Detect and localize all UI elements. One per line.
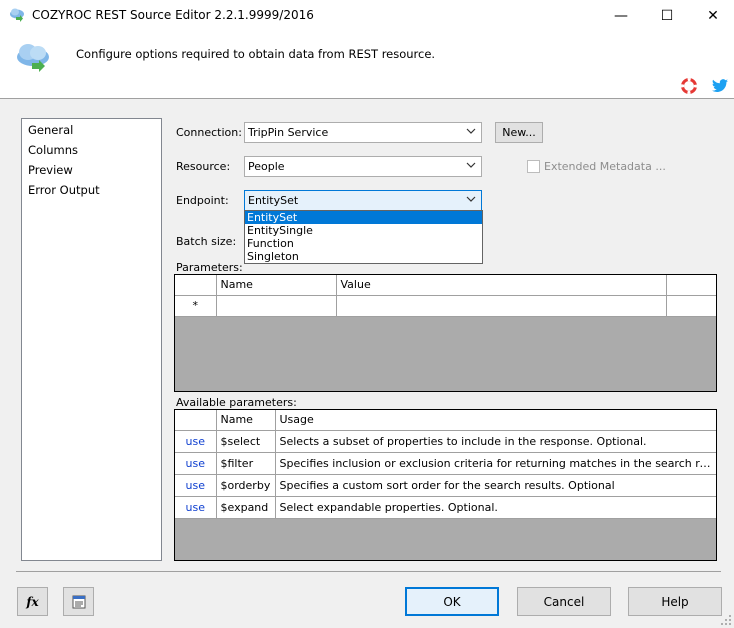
available-parameters-caption: Available parameters: (176, 396, 297, 409)
nav-item-preview[interactable]: Preview (28, 163, 73, 177)
maximize-icon: ☐ (660, 7, 674, 24)
use-link[interactable]: use (175, 452, 217, 475)
ok-button[interactable]: OK (405, 587, 499, 616)
available-parameters-table: Name Usage use $select Selects a subset … (175, 410, 716, 519)
endpoint-option-function[interactable]: Function (245, 237, 482, 250)
table-row: use $select Selects a subset of properti… (175, 430, 716, 453)
param-name: $expand (216, 496, 276, 519)
batch-size-label: Batch size: (176, 235, 237, 248)
lifebuoy-icon[interactable] (681, 78, 697, 94)
close-button[interactable]: ✕ (690, 0, 734, 31)
minimize-button[interactable]: — (598, 0, 644, 31)
help-button[interactable]: Help (628, 587, 722, 616)
column-header-name[interactable]: Name (216, 275, 337, 296)
use-link[interactable]: use (175, 496, 217, 519)
nav-item-general[interactable]: General (28, 123, 73, 137)
use-link[interactable]: use (175, 430, 217, 453)
title-bar: COZYROC REST Source Editor 2.2.1.9999/20… (0, 0, 734, 31)
chevron-down-icon (466, 128, 476, 134)
resize-grip-icon[interactable] (720, 614, 732, 626)
column-header-extra (666, 275, 716, 296)
nav-item-error-output[interactable]: Error Output (28, 183, 100, 197)
expression-button[interactable]: fx (17, 587, 48, 616)
document-icon (72, 595, 85, 608)
param-name: $select (216, 430, 276, 453)
connection-label: Connection: (176, 126, 242, 139)
resource-label: Resource: (176, 160, 231, 173)
parameters-caption: Parameters: (176, 261, 243, 274)
parameters-header-row: Name Value (175, 275, 716, 296)
endpoint-value: EntitySet (248, 194, 299, 207)
column-header-usage[interactable]: Usage (275, 410, 716, 431)
table-row: use $orderby Specifies a custom sort ord… (175, 474, 716, 497)
cloud-download-icon (17, 44, 49, 72)
column-header-value[interactable]: Value (336, 275, 667, 296)
available-header-row: Name Usage (175, 410, 716, 431)
param-value-cell[interactable] (336, 295, 667, 317)
new-row-marker: * (175, 295, 217, 317)
use-link[interactable]: use (175, 474, 217, 497)
parameters-grid[interactable]: Name Value * (174, 274, 717, 392)
page-nav-list: General Columns Preview Error Output (21, 118, 162, 561)
param-name-cell[interactable] (216, 295, 337, 317)
minimize-icon: — (614, 7, 628, 24)
nav-item-columns[interactable]: Columns (28, 143, 78, 157)
app-cloud-icon (10, 8, 24, 22)
param-usage: Select expandable properties. Optional. (275, 496, 716, 519)
column-header-name[interactable]: Name (216, 410, 276, 431)
header-band: Configure options required to obtain dat… (0, 31, 734, 99)
endpoint-option-entityset[interactable]: EntitySet (245, 211, 482, 224)
endpoint-combo[interactable]: EntitySet (244, 190, 482, 211)
checkbox-box[interactable] (527, 160, 540, 173)
footer-divider (16, 571, 721, 572)
maximize-button[interactable]: ☐ (644, 0, 690, 31)
connection-value: TripPin Service (248, 126, 329, 139)
fx-icon: fx (26, 594, 39, 609)
row-header-corner (175, 275, 217, 296)
param-usage: Selects a subset of properties to includ… (275, 430, 716, 453)
parameters-table: Name Value * (175, 275, 716, 317)
endpoint-dropdown-list: EntitySet EntitySingle Function Singleto… (244, 210, 483, 264)
extended-metadata-label: Extended Metadata ... (544, 160, 666, 173)
twitter-icon[interactable] (712, 79, 728, 93)
table-row: use $filter Specifies inclusion or exclu… (175, 452, 716, 475)
header-description: Configure options required to obtain dat… (76, 47, 436, 61)
close-icon: ✕ (707, 7, 719, 24)
param-usage: Specifies a custom sort order for the se… (275, 474, 716, 497)
script-button[interactable] (63, 587, 94, 616)
chevron-down-icon (466, 196, 476, 202)
window-title: COZYROC REST Source Editor 2.2.1.9999/20… (32, 8, 314, 22)
param-name: $filter (216, 452, 276, 475)
resource-combo[interactable]: People (244, 156, 482, 177)
resource-value: People (248, 160, 285, 173)
table-row[interactable]: * (175, 295, 716, 317)
row-header-corner (175, 410, 217, 431)
new-connection-button[interactable]: New... (495, 122, 543, 143)
param-name: $orderby (216, 474, 276, 497)
endpoint-option-singleton[interactable]: Singleton (245, 250, 482, 263)
chevron-down-icon (466, 162, 476, 168)
endpoint-option-entitysingle[interactable]: EntitySingle (245, 224, 482, 237)
connection-combo[interactable]: TripPin Service (244, 122, 482, 143)
extended-metadata-checkbox[interactable]: Extended Metadata ... (527, 160, 666, 173)
available-parameters-grid[interactable]: Name Usage use $select Selects a subset … (174, 409, 717, 561)
param-extra-cell[interactable] (666, 295, 716, 317)
endpoint-label: Endpoint: (176, 194, 229, 207)
table-row: use $expand Select expandable properties… (175, 496, 716, 519)
param-usage: Specifies inclusion or exclusion criteri… (275, 452, 716, 475)
cancel-button[interactable]: Cancel (517, 587, 611, 616)
